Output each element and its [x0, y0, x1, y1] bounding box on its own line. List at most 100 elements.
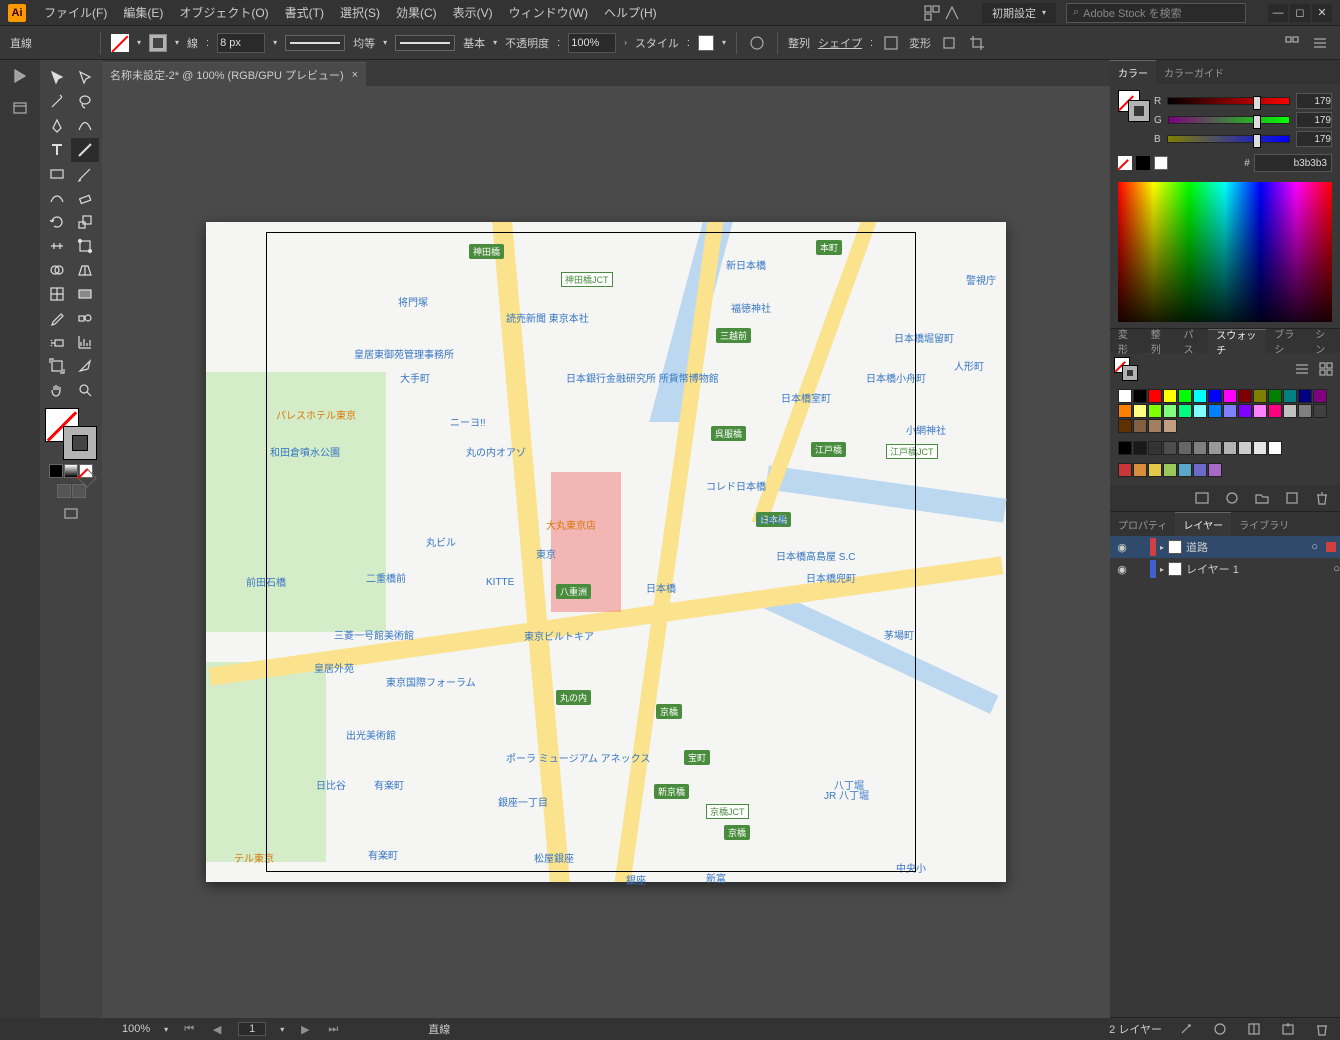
- swatch[interactable]: [1238, 389, 1252, 403]
- swatch[interactable]: [1208, 463, 1222, 477]
- layer-row-0[interactable]: ◉ ▸ 道路 ○: [1110, 536, 1340, 558]
- width-tool[interactable]: [43, 234, 71, 258]
- swatch[interactable]: [1133, 404, 1147, 418]
- swatch[interactable]: [1208, 404, 1222, 418]
- symbol-sprayer-tool[interactable]: [43, 330, 71, 354]
- swatch[interactable]: [1118, 404, 1132, 418]
- swatch[interactable]: [1298, 404, 1312, 418]
- artboard-number[interactable]: 1: [238, 1022, 266, 1036]
- tab-libraries[interactable]: ライブラリ: [1231, 512, 1297, 536]
- libraries-icon[interactable]: [10, 98, 30, 118]
- slice-tool[interactable]: [71, 354, 99, 378]
- swatch[interactable]: [1193, 463, 1207, 477]
- direct-selection-tool[interactable]: [71, 66, 99, 90]
- menu-select[interactable]: 選択(S): [332, 4, 388, 21]
- layer-delete-icon[interactable]: [1312, 1019, 1332, 1039]
- swatch-grid[interactable]: [1114, 385, 1336, 437]
- graph-tool[interactable]: [71, 330, 99, 354]
- window-close[interactable]: ✕: [1312, 4, 1332, 22]
- isolate-icon[interactable]: [939, 33, 959, 53]
- next-artboard-button[interactable]: ▶: [298, 1023, 312, 1036]
- last-artboard-button[interactable]: ⏭: [326, 1023, 340, 1036]
- swatch[interactable]: [1148, 441, 1162, 455]
- r-input[interactable]: [1296, 93, 1332, 109]
- menu-effect[interactable]: 効果(C): [388, 4, 445, 21]
- tab-transform[interactable]: 変形: [1110, 329, 1143, 353]
- fill-stroke-indicator[interactable]: [45, 408, 97, 460]
- swatch[interactable]: [1253, 389, 1267, 403]
- swatch[interactable]: [1193, 441, 1207, 455]
- color-mode-switches[interactable]: [49, 464, 93, 478]
- fill-swatch[interactable]: [111, 34, 129, 52]
- crop-icon[interactable]: [967, 33, 987, 53]
- swatch[interactable]: [1148, 463, 1162, 477]
- menu-edit[interactable]: 編集(E): [115, 4, 171, 21]
- swatch[interactable]: [1118, 463, 1132, 477]
- brush-def[interactable]: [395, 35, 455, 51]
- swatch[interactable]: [1238, 441, 1252, 455]
- tab-color-guide[interactable]: カラーガイド: [1156, 60, 1232, 84]
- swatch[interactable]: [1133, 389, 1147, 403]
- g-input[interactable]: [1296, 112, 1332, 128]
- swatch-new-icon[interactable]: [1282, 488, 1302, 508]
- swatch[interactable]: [1163, 441, 1177, 455]
- tab-align[interactable]: 整列: [1143, 329, 1176, 353]
- window-maximize[interactable]: ◻: [1290, 4, 1310, 22]
- swatch[interactable]: [1268, 389, 1282, 403]
- mesh-tool[interactable]: [43, 282, 71, 306]
- bottom-swatch-row[interactable]: [1114, 459, 1336, 481]
- swatch[interactable]: [1253, 441, 1267, 455]
- shape-label[interactable]: シェイプ: [818, 35, 862, 51]
- document-tab-close[interactable]: ×: [352, 69, 358, 81]
- swatch[interactable]: [1253, 404, 1267, 418]
- swatch-delete-icon[interactable]: [1312, 488, 1332, 508]
- hand-tool[interactable]: [43, 378, 71, 402]
- gray-swatch-grid[interactable]: [1114, 437, 1336, 459]
- b-input[interactable]: [1296, 131, 1332, 147]
- swatch[interactable]: [1283, 404, 1297, 418]
- layer-locate-icon[interactable]: [1176, 1019, 1196, 1039]
- swatch[interactable]: [1133, 463, 1147, 477]
- transform-label[interactable]: 変形: [909, 35, 931, 51]
- align-label[interactable]: 整列: [788, 35, 810, 51]
- menu-file[interactable]: ファイル(F): [36, 4, 115, 21]
- style-swatch[interactable]: [698, 35, 714, 51]
- gpu-icon[interactable]: [942, 3, 962, 23]
- swatch[interactable]: [1313, 404, 1327, 418]
- swatch[interactable]: [1178, 389, 1192, 403]
- opacity-input[interactable]: [568, 33, 616, 53]
- window-minimize[interactable]: —: [1268, 4, 1288, 22]
- menu-type[interactable]: 書式(T): [277, 4, 332, 21]
- white-swatch[interactable]: [1154, 156, 1168, 170]
- swatch[interactable]: [1133, 419, 1147, 433]
- layer-expand-icon[interactable]: ▸: [1160, 543, 1164, 552]
- swatch-list-icon[interactable]: [1292, 359, 1312, 379]
- arrange-icon[interactable]: [922, 3, 942, 23]
- swatch[interactable]: [1208, 389, 1222, 403]
- tab-brushes[interactable]: ブラシ: [1266, 329, 1307, 353]
- artboard-tool[interactable]: [43, 354, 71, 378]
- swatch[interactable]: [1193, 389, 1207, 403]
- tab-swatches[interactable]: スウォッチ: [1208, 329, 1266, 353]
- gradient-tool[interactable]: [71, 282, 99, 306]
- swatch[interactable]: [1163, 404, 1177, 418]
- tab-layers[interactable]: レイヤー: [1175, 512, 1231, 536]
- swatch[interactable]: [1223, 404, 1237, 418]
- swatch[interactable]: [1268, 404, 1282, 418]
- swatch[interactable]: [1178, 441, 1192, 455]
- layer-sublayer-icon[interactable]: [1244, 1019, 1264, 1039]
- swatch-options-icon[interactable]: [1222, 488, 1242, 508]
- zoom-tool[interactable]: [71, 378, 99, 402]
- swatch[interactable]: [1193, 404, 1207, 418]
- tab-pathfinder[interactable]: パス: [1176, 329, 1209, 353]
- swatch-new-group-icon[interactable]: [1252, 488, 1272, 508]
- swatch[interactable]: [1148, 419, 1162, 433]
- swatch[interactable]: [1178, 404, 1192, 418]
- swatch[interactable]: [1313, 389, 1327, 403]
- menu-window[interactable]: ウィンドウ(W): [501, 4, 596, 21]
- magic-wand-tool[interactable]: [43, 90, 71, 114]
- tab-color[interactable]: カラー: [1110, 60, 1156, 84]
- none-swatch[interactable]: [1118, 156, 1132, 170]
- swatch[interactable]: [1178, 463, 1192, 477]
- menu-view[interactable]: 表示(V): [445, 4, 501, 21]
